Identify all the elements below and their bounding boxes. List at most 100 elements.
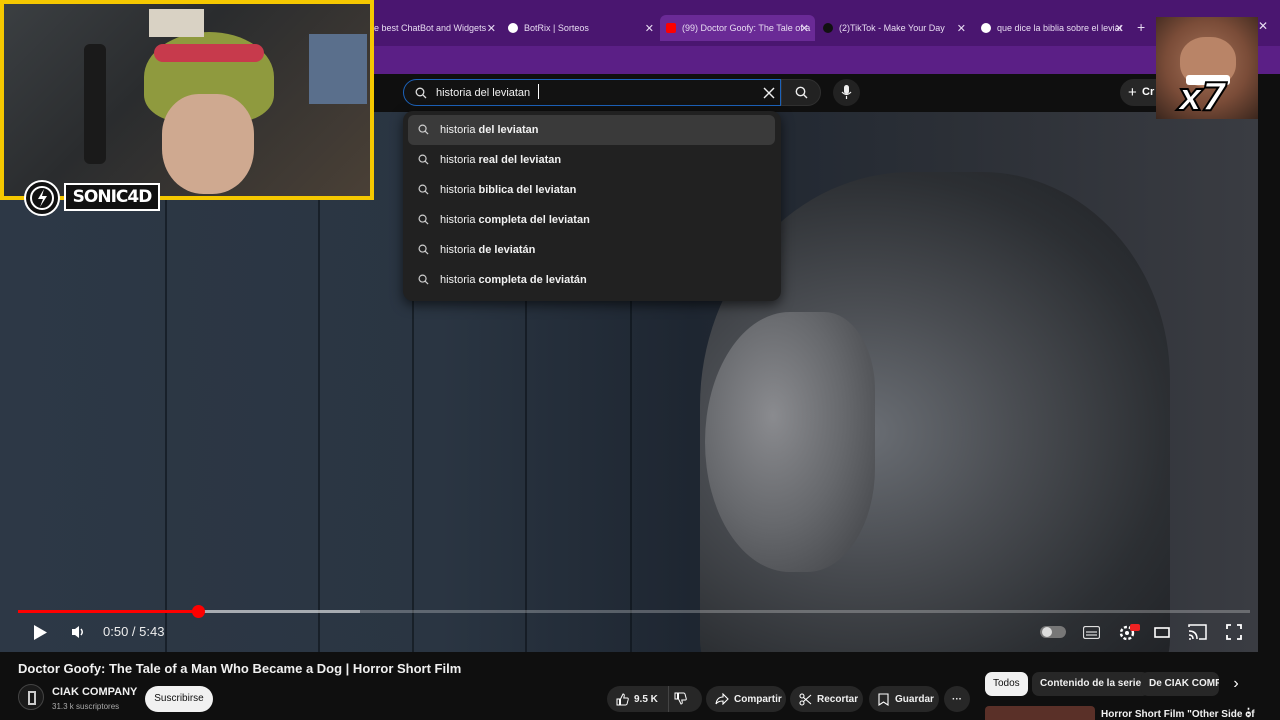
suggestion-item[interactable]: historia biblica del leviatan: [408, 175, 775, 205]
chip-from-channel[interactable]: De CIAK COMPANY: [1141, 672, 1219, 696]
video-title: Doctor Goofy: The Tale of a Man Who Beca…: [18, 661, 462, 676]
suggestion-prefix: historia: [440, 214, 476, 226]
more-actions-button[interactable]: ···: [944, 686, 970, 712]
subtitles-icon[interactable]: [1083, 626, 1100, 639]
search-icon: [418, 154, 429, 165]
search-icon: [418, 124, 429, 135]
tab-label: BotRix | Sorteos: [524, 23, 589, 33]
channel-subscribers: 31.3 k suscriptores: [52, 702, 120, 711]
suggestion-rest: de leviatán: [475, 244, 536, 256]
channel-name[interactable]: CIAK COMPANY: [52, 686, 137, 698]
meme-overlay: x7: [1156, 17, 1258, 119]
recommendation-thumbnail[interactable]: [985, 706, 1095, 720]
google-favicon-icon: [981, 23, 991, 33]
save-button[interactable]: Guardar: [869, 686, 939, 712]
browser-tab-google[interactable]: que dice la biblia sobre el leviat ✕: [975, 17, 1130, 39]
clip-label: Recortar: [817, 693, 859, 705]
search-input[interactable]: [436, 84, 746, 102]
poster: [309, 34, 367, 104]
text-cursor: [538, 84, 539, 99]
search-icon: [418, 184, 429, 195]
tab-label: (99) Doctor Goofy: The Tale of a: [682, 23, 811, 33]
theater-mode-icon[interactable]: [1154, 627, 1170, 638]
voice-search-button[interactable]: [833, 79, 860, 106]
tab-close-icon[interactable]: ✕: [1115, 22, 1124, 35]
search-icon: [418, 274, 429, 285]
time-display: 0:50 / 5:43: [103, 624, 165, 639]
wanted-poster: [149, 9, 204, 37]
window-close-icon[interactable]: ✕: [1258, 19, 1268, 33]
progress-scrubber[interactable]: [191, 605, 205, 618]
suggestion-prefix: historia: [440, 124, 476, 136]
meme-counter: x7: [1177, 74, 1228, 119]
suggestion-item[interactable]: historia completa del leviatan: [408, 205, 775, 235]
like-count: 9.5 K: [634, 693, 658, 705]
cast-icon[interactable]: [1188, 624, 1207, 640]
hat-band: [154, 44, 264, 62]
subscribe-button[interactable]: Suscribirse: [145, 686, 213, 712]
search-icon: [415, 87, 427, 99]
like-button[interactable]: 9.5 K: [607, 686, 669, 712]
browser-tab-chatbot[interactable]: e best ChatBot and Widgets ✕: [374, 17, 502, 39]
more-icon: ···: [952, 693, 962, 705]
play-icon[interactable]: [33, 624, 48, 641]
streamer-logo-icon: [24, 180, 60, 216]
suggestion-rest: completa del leviatan: [475, 214, 590, 226]
streamer-face: [162, 94, 254, 194]
search-button[interactable]: [781, 79, 821, 106]
recommendation-title[interactable]: Horror Short Film "Other Side of: [1101, 709, 1255, 720]
share-icon: [715, 693, 729, 705]
thumbs-up-icon: [616, 692, 629, 705]
chips-next-icon[interactable]: ›: [1226, 674, 1246, 694]
dislike-button[interactable]: [674, 692, 694, 707]
tab-close-icon[interactable]: ✕: [645, 22, 654, 35]
create-label: Cr: [1142, 86, 1155, 98]
tab-close-icon[interactable]: ✕: [957, 22, 966, 35]
youtube-favicon-icon: [666, 23, 676, 33]
scissors-icon: [799, 692, 812, 706]
share-button[interactable]: Compartir: [706, 686, 786, 712]
streamer-name: SONIC4D: [64, 183, 160, 211]
suggestion-item[interactable]: historia completa de leviatán: [408, 265, 775, 295]
search-icon: [418, 214, 429, 225]
suggestion-prefix: historia: [440, 184, 476, 196]
tab-close-icon[interactable]: ✕: [800, 22, 809, 35]
tab-label: que dice la biblia sobre el leviat: [997, 23, 1123, 33]
streamer-webcam: [0, 0, 374, 200]
suggestion-prefix: historia: [440, 244, 476, 256]
volume-icon[interactable]: [71, 625, 87, 639]
browser-tab-youtube[interactable]: (99) Doctor Goofy: The Tale of a ✕: [660, 15, 815, 41]
chip-series-content[interactable]: Contenido de la serie: [1032, 672, 1150, 696]
browser-tab-tiktok[interactable]: (2)TikTok - Make Your Day ✕: [815, 17, 972, 39]
search-icon: [795, 86, 808, 99]
fullscreen-icon[interactable]: [1226, 624, 1242, 640]
suggestion-item[interactable]: historia real del leviatan: [408, 145, 775, 175]
channel-avatar[interactable]: [18, 684, 44, 710]
suggestion-rest: completa de leviatán: [475, 274, 587, 286]
autoplay-toggle[interactable]: [1040, 626, 1066, 638]
tiktok-favicon-icon: [823, 23, 833, 33]
clear-search-icon[interactable]: [763, 87, 775, 99]
chip-all[interactable]: Todos: [985, 672, 1028, 696]
like-dislike-group: 9.5 K: [607, 686, 702, 712]
progress-played: [18, 610, 198, 613]
autoplay-pause-icon: [1042, 627, 1052, 637]
browser-tab-botrix[interactable]: BotRix | Sorteos ✕: [502, 17, 660, 39]
search-suggestions: historia del leviatan historia real del …: [403, 111, 781, 301]
suggestion-rest: real del leviatan: [475, 154, 562, 166]
share-label: Compartir: [734, 693, 782, 705]
plus-icon: +: [1128, 84, 1137, 101]
microphone-stand: [84, 44, 106, 164]
suggestion-item[interactable]: historia del leviatan: [408, 115, 775, 145]
video-face: [705, 312, 875, 572]
bookmark-icon: [878, 692, 889, 706]
new-tab-button[interactable]: +: [1137, 19, 1145, 35]
suggestion-prefix: historia: [440, 274, 476, 286]
settings-gear-icon[interactable]: [1118, 623, 1140, 641]
suggestion-item[interactable]: historia de leviatán: [408, 235, 775, 265]
tab-close-icon[interactable]: ✕: [487, 22, 496, 35]
save-label: Guardar: [895, 693, 934, 705]
clip-button[interactable]: Recortar: [790, 686, 863, 712]
search-box[interactable]: [403, 79, 781, 106]
recommendation-menu-icon[interactable]: ⋮: [1243, 706, 1254, 719]
